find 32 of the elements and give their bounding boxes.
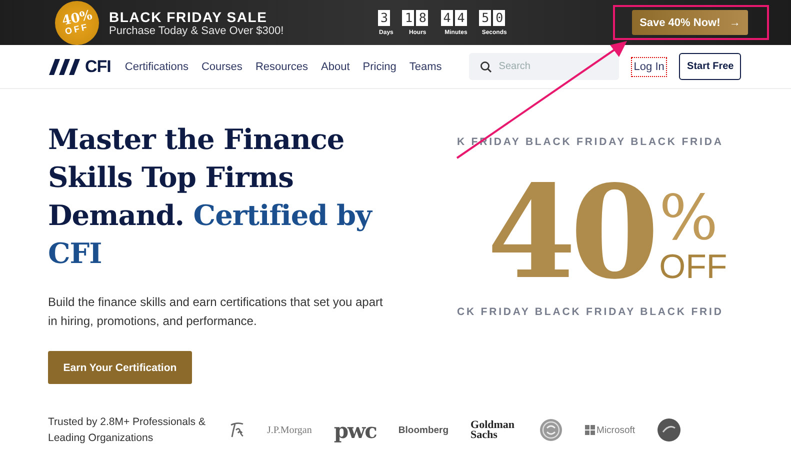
trust-text: Trusted by 2.8M+ Professionals & Leading Organizations: [48, 415, 206, 446]
hero-heading: Master the Finance Skills Top Firms Demand. Certified by CFI: [48, 122, 374, 272]
cfi-logo[interactable]: CFI: [48, 56, 111, 76]
off-text: OFF: [659, 250, 728, 284]
emblem-circle-icon: [538, 418, 563, 442]
nav-link[interactable]: Courses: [201, 60, 242, 72]
search-icon: [480, 61, 492, 73]
nav-link[interactable]: Teams: [409, 60, 442, 72]
hero-description: Build the finance skills and earn certifications that set you apart in hiring, promotions, and performance.: [48, 294, 384, 330]
sale-title: BLACK FRIDAY SALE: [109, 8, 268, 24]
sale-subtitle: Purchase Today & Save Over $300!: [109, 24, 285, 36]
save-now-button[interactable]: Save 40% Now! →: [632, 10, 748, 35]
percent-sign: %: [659, 186, 720, 250]
nav-link[interactable]: Pricing: [362, 60, 396, 72]
search-field[interactable]: Search: [468, 53, 619, 80]
discount-number: 40: [487, 168, 654, 298]
company-wordmark: J.P.Morgan: [267, 424, 312, 436]
earn-certification-button[interactable]: Earn Your Certification: [48, 351, 192, 384]
discount-badge: 40% OFF: [55, 1, 99, 45]
nav-link[interactable]: About: [321, 60, 350, 72]
company-wordmark: Microsoft: [596, 424, 636, 436]
start-free-button[interactable]: Start Free: [679, 53, 742, 80]
dark-disc-icon: [657, 418, 682, 442]
company-wordmark: Bloomberg: [398, 424, 449, 436]
script-emblem-icon: [229, 421, 245, 439]
company-wordmark: pwc: [334, 418, 376, 442]
windows-logo-icon: [584, 425, 595, 435]
ticker-text: CK FRIDAY BLACK FRIDAY BLACK FRID: [457, 306, 724, 318]
company-wordmark: Goldman Sachs: [470, 420, 516, 440]
nav-link[interactable]: Certifications: [124, 60, 188, 72]
nav-link[interactable]: Resources: [255, 60, 308, 72]
login-link[interactable]: Log In: [632, 58, 666, 76]
